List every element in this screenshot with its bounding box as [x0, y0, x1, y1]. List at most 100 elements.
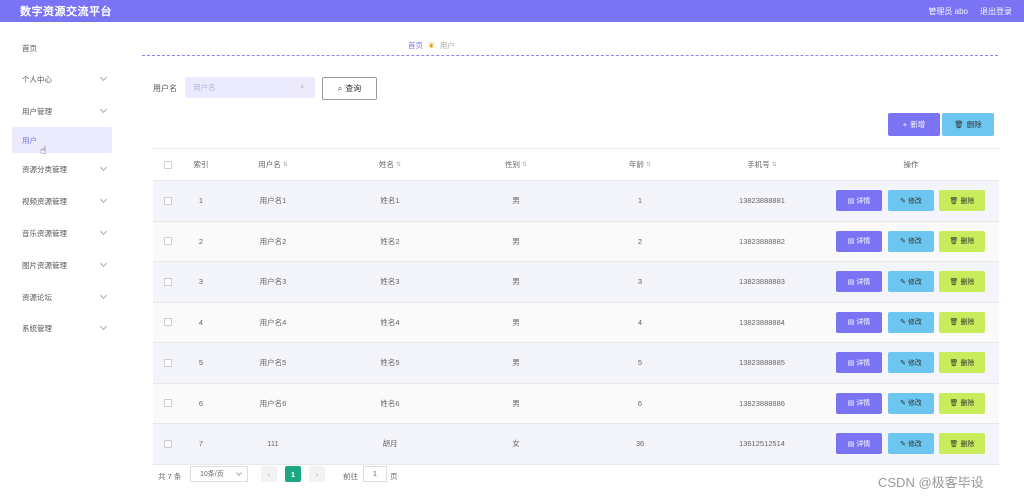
- detail-button[interactable]: ▤ 详情: [836, 190, 882, 211]
- delete-button[interactable]: 🗑 删除: [939, 190, 985, 211]
- header-username[interactable]: 用户名 ⇅: [219, 149, 327, 180]
- row-checkbox[interactable]: [164, 358, 172, 367]
- search-button[interactable]: ⌕ 查询: [322, 77, 377, 100]
- row-checkbox[interactable]: [164, 318, 172, 327]
- document-icon: ▤: [847, 319, 855, 326]
- sidebar: 首页 个人中心 用户管理 用户 资源分类管理 视频资源管理 音乐资源管理 图片资…: [0, 22, 120, 500]
- sidebar-item-label: 个人中心: [22, 74, 52, 84]
- edit-button[interactable]: ✎ 修改: [888, 190, 934, 211]
- document-icon: ▤: [847, 359, 855, 367]
- row-checkbox[interactable]: [164, 277, 172, 286]
- edit-button-label: 修改: [907, 440, 922, 448]
- edit-button[interactable]: ✎ 修改: [888, 392, 934, 414]
- breadcrumb-home[interactable]: 首页: [408, 40, 423, 51]
- trash-icon: 🗑: [949, 197, 959, 205]
- cell-gender: 男: [512, 236, 520, 246]
- delete-button[interactable]: 🗑 删除: [939, 271, 985, 292]
- delete-button[interactable]: 🗑 删除: [939, 433, 985, 454]
- select-all-checkbox[interactable]: [164, 160, 172, 169]
- cell-username: 用户名5: [259, 358, 287, 368]
- prev-page-button[interactable]: ‹: [261, 466, 277, 482]
- header-gender[interactable]: 性别 ⇅: [453, 149, 579, 180]
- row-select-cell: [153, 222, 183, 262]
- table-row: 7 111 胡月女 36 13612512514 ▤ 详情 ✎ 修改 🗑 删除: [153, 424, 999, 465]
- row-checkbox[interactable]: [164, 196, 172, 205]
- row-checkbox[interactable]: [164, 439, 172, 448]
- goto-page-value: 1: [373, 470, 377, 478]
- breadcrumb: 首页 ❦ 用户: [408, 40, 455, 51]
- edit-button[interactable]: ✎ 修改: [888, 230, 934, 252]
- document-icon: ▤: [847, 400, 855, 407]
- detail-button[interactable]: ▤ 详情: [836, 433, 882, 454]
- sidebar-item-profile[interactable]: 个人中心: [12, 66, 112, 92]
- sidebar-item-home[interactable]: 首页: [12, 35, 112, 61]
- detail-button[interactable]: ▤ 详情: [836, 271, 882, 292]
- row-select-cell: [153, 424, 183, 464]
- sidebar-item-resource-category[interactable]: 资源分类管理: [12, 156, 112, 182]
- sidebar-item-video-resources[interactable]: 视频资源管理: [12, 188, 112, 214]
- edit-button[interactable]: ✎ 修改: [888, 433, 934, 454]
- goto-page-input[interactable]: 1: [363, 466, 387, 482]
- logout-link[interactable]: 退出登录: [980, 6, 1012, 17]
- cell-gender: 男: [512, 277, 520, 287]
- cell-phone: 13823888881: [739, 196, 785, 206]
- next-page-button[interactable]: ›: [309, 466, 325, 482]
- row-checkbox[interactable]: [164, 237, 172, 246]
- document-icon: ▤: [847, 440, 855, 448]
- sidebar-item-user-management[interactable]: 用户管理: [12, 98, 112, 124]
- sidebar-item-image-resources[interactable]: 图片资源管理: [12, 252, 112, 278]
- detail-button-label: 详情: [856, 197, 871, 205]
- document-icon: ▤: [847, 278, 855, 286]
- detail-button[interactable]: ▤ 详情: [836, 230, 882, 252]
- sidebar-item-users[interactable]: 用户: [12, 127, 112, 153]
- delete-button[interactable]: 🗑 删除: [939, 392, 985, 414]
- edit-button[interactable]: ✎ 修改: [888, 311, 934, 333]
- pencil-icon: ✎: [900, 319, 906, 326]
- cell-age: 6: [637, 398, 643, 408]
- cell-index: 7: [198, 439, 204, 449]
- sidebar-item-label: 用户管理: [22, 106, 52, 116]
- search-label: 用户名: [153, 84, 177, 93]
- search-icon: ⌕: [337, 83, 343, 93]
- plus-icon: +: [902, 120, 908, 129]
- header-name[interactable]: 姓名 ⇅: [327, 149, 453, 180]
- pencil-icon: ✎: [900, 359, 906, 367]
- delete-button[interactable]: 🗑 删除: [939, 230, 985, 252]
- search-input[interactable]: [185, 77, 315, 98]
- edit-button[interactable]: ✎ 修改: [888, 271, 934, 292]
- cell-name: 姓名6: [380, 398, 400, 408]
- pager-total: 共 7 条: [158, 472, 182, 481]
- add-button[interactable]: + 新增: [888, 113, 940, 136]
- header-index: 索引: [183, 149, 219, 180]
- batch-delete-button[interactable]: 🗑 删除: [942, 113, 994, 136]
- row-checkbox[interactable]: [164, 399, 172, 408]
- page-size-select[interactable]: 10条/页: [190, 466, 248, 482]
- table-row: 5 用户名5 姓名5 男 5 13823888885 ▤ 详情 ✎ 修改 🗑 删除: [153, 343, 999, 384]
- row-select-cell: [153, 181, 183, 221]
- header-username-label: 用户名: [258, 160, 281, 169]
- header-phone[interactable]: 手机号 ⇅: [701, 149, 823, 180]
- table-row: 2 用户名2 姓名2 男 2 13823888882 ▤ 详情 ✎ 修改 🗑 删除: [153, 221, 999, 262]
- cell-name: 胡月: [382, 439, 398, 449]
- sidebar-item-music-resources[interactable]: 音乐资源管理: [12, 220, 112, 246]
- trash-icon: 🗑: [954, 120, 964, 129]
- detail-button[interactable]: ▤ 详情: [836, 311, 882, 333]
- edit-button-label: 修改: [907, 319, 922, 326]
- page-number-button[interactable]: 1: [285, 466, 301, 482]
- detail-button[interactable]: ▤ 详情: [836, 352, 882, 373]
- cell-username: 用户名2: [259, 236, 287, 246]
- table-row: 6 用户名6 姓名6 男 6 13823888886 ▤ 详情 ✎ 修改 🗑 删除: [153, 383, 999, 424]
- cell-phone: 13823888885: [739, 358, 785, 368]
- delete-button[interactable]: 🗑 删除: [939, 311, 985, 333]
- chevron-down-icon: [99, 291, 108, 300]
- delete-button[interactable]: 🗑 删除: [939, 352, 985, 373]
- edit-button[interactable]: ✎ 修改: [888, 352, 934, 373]
- header-age[interactable]: 年龄 ⇅: [579, 149, 701, 180]
- trash-icon: 🗑: [949, 278, 959, 286]
- detail-button[interactable]: ▤ 详情: [836, 392, 882, 414]
- sidebar-item-forum[interactable]: 资源论坛: [12, 284, 112, 310]
- chevron-down-icon: [99, 227, 108, 236]
- pencil-icon: ✎: [900, 440, 906, 448]
- edit-button-label: 修改: [907, 278, 922, 286]
- sidebar-item-system[interactable]: 系统管理: [12, 315, 112, 341]
